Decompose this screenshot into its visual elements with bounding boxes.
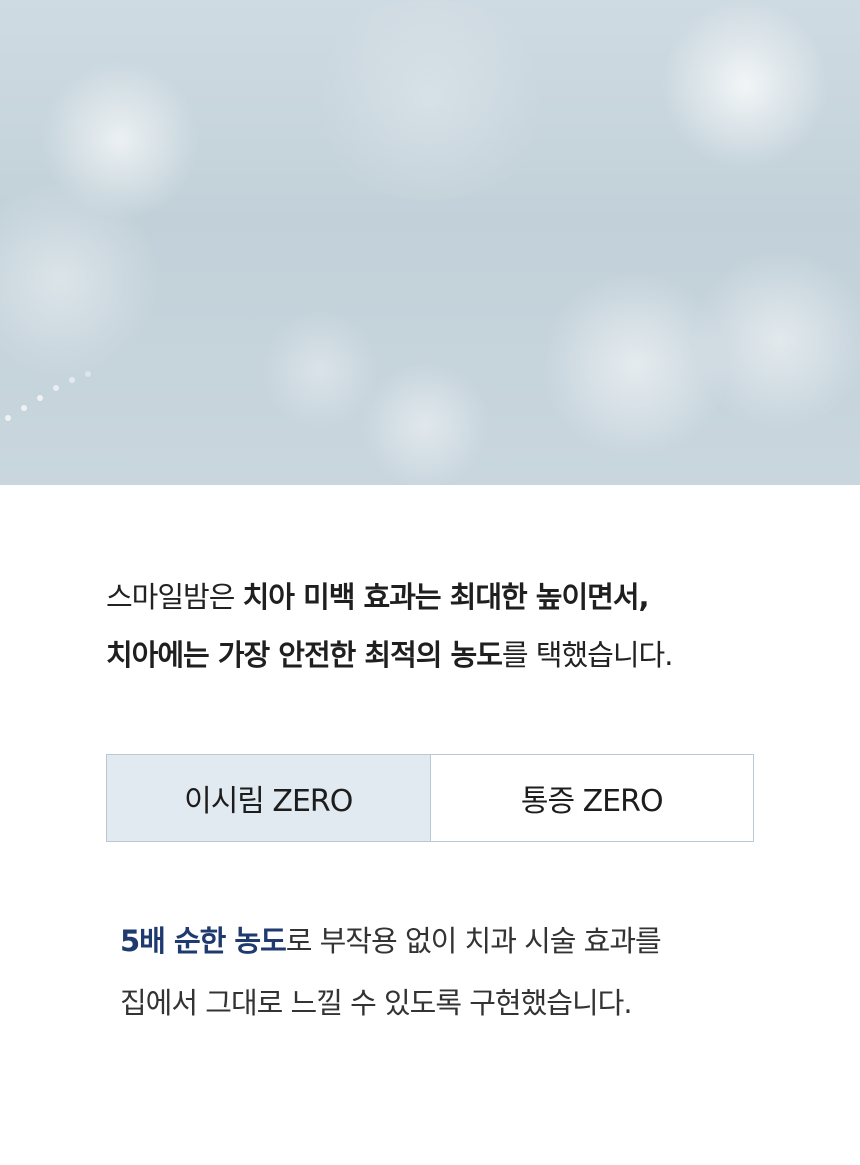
bokeh-light — [360, 360, 490, 485]
description-line-2: 집에서 그대로 느낄 수 있도록 구현했습니다. — [120, 986, 633, 1020]
description-highlight: 5배 순한 농도 — [120, 924, 287, 958]
intro-line-2: 치아에는 가장 안전한 최적의 농도를 택했습니다. — [106, 626, 806, 684]
tab-pain-zero[interactable]: 통증 ZERO — [430, 755, 753, 841]
bokeh-light — [300, 0, 560, 200]
description-line-1: 5배 순한 농도로 부작용 없이 치과 시술 효과를 — [120, 910, 820, 972]
bokeh-light — [660, 0, 830, 170]
description-line-1-rest: 로 부작용 없이 치과 시술 효과를 — [285, 924, 662, 958]
intro-line-2-bold: 치아에는 가장 안전한 최적의 농도 — [106, 638, 503, 672]
intro-line-1-bold: 치아 미백 효과는 최대한 높이면서, — [242, 580, 650, 614]
intro-line-1-plain: 스마일밤은 — [106, 580, 243, 614]
tab-description: 5배 순한 농도로 부작용 없이 치과 시술 효과를 집에서 그대로 느낄 수 … — [120, 910, 820, 1034]
intro-line-1: 스마일밤은 치아 미백 효과는 최대한 높이면서, — [106, 568, 806, 626]
hero-image — [0, 0, 860, 485]
intro-text: 스마일밤은 치아 미백 효과는 최대한 높이면서, 치아에는 가장 안전한 최적… — [106, 568, 806, 684]
feature-tabs: 이시림 ZERO 통증 ZERO — [106, 754, 754, 842]
bokeh-light — [690, 250, 860, 430]
sparkle-dots-icon — [5, 371, 91, 421]
tab-sensitivity-zero[interactable]: 이시림 ZERO — [107, 755, 431, 841]
intro-line-2-plain: 를 택했습니다. — [501, 638, 674, 672]
